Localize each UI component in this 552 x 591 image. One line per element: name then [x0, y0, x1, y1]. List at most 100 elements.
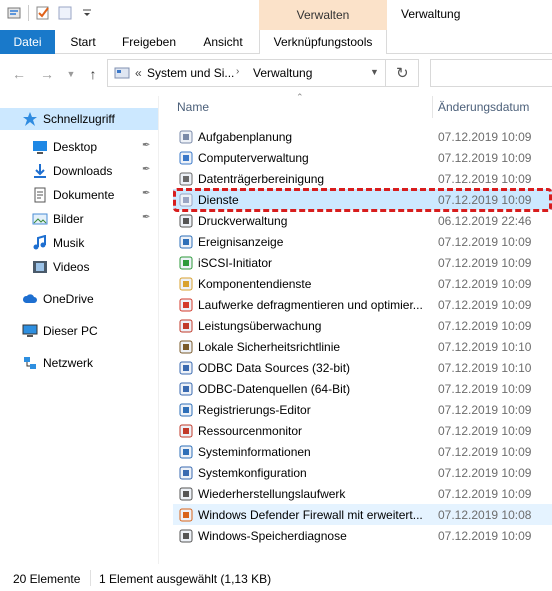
status-separator: [90, 570, 91, 586]
new-folder-icon[interactable]: [57, 5, 73, 21]
file-name: Komponentendienste: [198, 276, 312, 291]
sidebar-item-label: Desktop: [53, 140, 98, 154]
sidebar-item-downloads[interactable]: Downloads ✒: [0, 160, 158, 182]
file-date: 07.12.2019 10:09: [438, 276, 532, 291]
file-name: Systeminformationen: [198, 444, 311, 459]
sidebar-item-musik[interactable]: Musik: [0, 232, 158, 254]
tab-freigeben[interactable]: Freigeben: [112, 30, 186, 54]
sidebar-item-dokumente[interactable]: Dokumente ✒: [0, 184, 158, 206]
pin-icon[interactable]: ✒: [142, 164, 152, 176]
file-row[interactable]: Systeminformationen 07.12.2019 10:09: [173, 441, 552, 462]
breadcrumb-system[interactable]: System und Si...: [147, 66, 234, 80]
sidebar-item-bilder[interactable]: Bilder ✒: [0, 208, 158, 230]
file-row[interactable]: Registrierungs-Editor 07.12.2019 10:09: [173, 399, 552, 420]
properties-icon[interactable]: [6, 5, 22, 21]
address-dropdown-icon[interactable]: ▼: [370, 67, 379, 77]
file-date: 07.12.2019 10:09: [438, 318, 532, 333]
sort-ascending-icon: ⌃: [296, 92, 304, 102]
pin-icon[interactable]: ✒: [142, 212, 152, 224]
file-name: Registrierungs-Editor: [198, 402, 311, 417]
file-row[interactable]: Leistungsüberwachung 07.12.2019 10:09: [173, 315, 552, 336]
column-separator[interactable]: [432, 96, 433, 118]
context-tab-group-label: Verwalten: [259, 0, 387, 30]
pane-divider: [158, 96, 159, 564]
file-row[interactable]: Lokale Sicherheitsrichtlinie 07.12.2019 1…: [173, 336, 552, 357]
shortcut-icon: [178, 297, 194, 313]
sidebar-item-schnellzugriff[interactable]: Schnellzugriff: [0, 108, 158, 130]
file-row[interactable]: Windows Defender Firewall mit erweitert.…: [173, 504, 552, 525]
breadcrumb-chevron-icon[interactable]: ›: [236, 66, 239, 77]
status-selection: 1 Element ausgewählt (1,13 KB): [99, 572, 272, 586]
file-row[interactable]: Ereignisanzeige 07.12.2019 10:09: [173, 231, 552, 252]
column-header-date[interactable]: Änderungsdatum: [438, 100, 529, 114]
file-date: 07.12.2019 10:09: [438, 129, 532, 144]
file-name: Windows Defender Firewall mit erweitert.…: [198, 507, 423, 522]
file-row[interactable]: Ressourcenmonitor 07.12.2019 10:09: [173, 420, 552, 441]
breadcrumb-overflow[interactable]: «: [135, 66, 142, 80]
recent-locations-icon[interactable]: ▼: [62, 65, 80, 83]
file-row[interactable]: Windows-Speicherdiagnose 07.12.2019 10:09: [173, 525, 552, 546]
file-row[interactable]: ODBC Data Sources (32-bit) 07.12.2019 10:…: [173, 357, 552, 378]
up-arrow-icon[interactable]: ↑: [84, 65, 102, 83]
sidebar-item-netzwerk[interactable]: Netzwerk: [0, 352, 158, 374]
tab-datei[interactable]: Datei: [0, 30, 55, 54]
tab-start[interactable]: Start: [60, 30, 106, 54]
file-date: 07.12.2019 10:09: [438, 423, 532, 438]
forward-arrow-icon[interactable]: →: [38, 65, 56, 83]
file-row[interactable]: Komponentendienste 07.12.2019 10:09: [173, 273, 552, 294]
sidebar-item-label: Downloads: [53, 164, 113, 178]
ribbon-tabs: Datei Start Freigeben Ansicht Verknüpfun…: [0, 30, 552, 54]
videos-icon: [32, 259, 48, 275]
file-row[interactable]: Datenträgerbereinigung 07.12.2019 10:09: [173, 168, 552, 189]
refresh-button[interactable]: ↻: [385, 59, 419, 87]
customize-toolbar-icon[interactable]: [79, 5, 95, 21]
back-arrow-icon[interactable]: ←: [10, 65, 28, 83]
file-name: Windows-Speicherdiagnose: [198, 528, 347, 543]
file-row[interactable]: Laufwerke defragmentieren und optimier..…: [173, 294, 552, 315]
shortcut-icon: [178, 465, 194, 481]
sidebar-item-label: Bilder: [53, 212, 84, 226]
window-title: Verwaltung: [401, 7, 461, 21]
sidebar-item-desktop[interactable]: Desktop ✒: [0, 136, 158, 158]
file-row[interactable]: iSCSI-Initiator 07.12.2019 10:09: [173, 252, 552, 273]
file-name: Computerverwaltung: [198, 150, 309, 165]
checkmark-icon[interactable]: [35, 5, 51, 21]
file-date: 07.12.2019 10:10: [438, 360, 532, 375]
file-date: 07.12.2019 10:09: [438, 255, 532, 270]
highlight-annotation: [173, 188, 552, 212]
file-row[interactable]: Wiederherstellungslaufwerk 07.12.2019 10:…: [173, 483, 552, 504]
search-input[interactable]: [430, 59, 552, 87]
file-name: ODBC-Datenquellen (64-Bit): [198, 381, 351, 396]
sidebar-item-label: Videos: [53, 260, 90, 274]
sidebar-item-label: Netzwerk: [43, 356, 94, 370]
file-row[interactable]: Computerverwaltung 07.12.2019 10:09: [173, 147, 552, 168]
sidebar-item-videos[interactable]: Videos: [0, 256, 158, 278]
title-bar: Verwalten Verwaltung: [0, 0, 552, 30]
file-date: 07.12.2019 10:09: [438, 234, 532, 249]
sidebar-item-onedrive[interactable]: OneDrive: [0, 288, 158, 310]
shortcut-icon: [178, 339, 194, 355]
tab-verknuepfungstools[interactable]: Verknüpfungstools: [259, 30, 387, 54]
shortcut-icon: [178, 276, 194, 292]
shortcut-icon: [178, 528, 194, 544]
shortcut-icon: [178, 318, 194, 334]
desktop-folder-icon: [32, 139, 48, 155]
pin-icon[interactable]: ✒: [142, 140, 152, 152]
file-name: Aufgabenplanung: [198, 129, 293, 144]
column-header-name[interactable]: Name: [177, 100, 209, 114]
file-row[interactable]: Druckverwaltung 06.12.2019 22:46: [173, 210, 552, 231]
refresh-icon: ↻: [396, 65, 409, 82]
file-row[interactable]: Systemkonfiguration 07.12.2019 10:09: [173, 462, 552, 483]
pin-icon[interactable]: ✒: [142, 188, 152, 200]
sidebar-item-dieser-pc[interactable]: Dieser PC: [0, 320, 158, 342]
sidebar-item-label: OneDrive: [43, 292, 94, 306]
tab-ansicht[interactable]: Ansicht: [192, 30, 254, 54]
file-row[interactable]: ODBC-Datenquellen (64-Bit) 07.12.2019 10:…: [173, 378, 552, 399]
address-bar[interactable]: « System und Si... › Verwaltung ▼: [107, 59, 419, 87]
breadcrumb-verwaltung[interactable]: Verwaltung: [253, 66, 312, 80]
file-date: 07.12.2019 10:09: [438, 444, 532, 459]
file-row[interactable]: Aufgabenplanung 07.12.2019 10:09: [173, 126, 552, 147]
shortcut-icon: [178, 360, 194, 376]
file-date: 07.12.2019 10:10: [438, 339, 532, 354]
file-date: 07.12.2019 10:09: [438, 486, 532, 501]
